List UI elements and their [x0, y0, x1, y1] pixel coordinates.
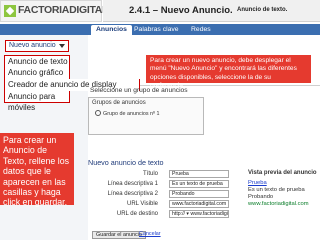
field-label-line2: Línea descriptiva 2 [107, 191, 158, 197]
field-label-line1: Línea descriptiva 1 [107, 181, 158, 187]
new-text-ad-title: Nuevo anuncio de texto [88, 158, 164, 167]
tab-palabras-clave[interactable]: Palabras clave [129, 25, 184, 35]
logo-mark-icon [4, 5, 16, 17]
instruction-tooltip: Para crear un nuevo anuncio, debe desple… [146, 55, 311, 89]
logo-text: FACTORIADIGITAL [18, 4, 109, 16]
line2-input[interactable]: Probando [169, 190, 229, 198]
menu-item-mobile-ad[interactable]: Anuncio para móviles [4, 91, 70, 112]
new-ad-dropdown[interactable]: Nuevo anuncio [5, 40, 69, 52]
chevron-down-icon [59, 44, 65, 48]
new-ad-dropdown-label: Nuevo anuncio [9, 42, 56, 49]
menu-item-text-ad[interactable]: Anuncio de texto [4, 55, 70, 67]
field-label-visible-url: URL Visible [126, 201, 158, 207]
page-subtitle: Anuncio de texto. [237, 7, 288, 13]
logo: FACTORIADIGITAL [0, 0, 109, 22]
save-ad-button[interactable]: Guardar el anuncio [92, 231, 146, 239]
ad-group-box-title: Grupos de anuncios [92, 100, 146, 106]
ad-group-option[interactable]: Grupo de anuncios nº 1 [95, 110, 160, 117]
menu-item-image-ad[interactable]: Anuncio gráfico [4, 67, 70, 79]
page-title: 2.4.1 – Nuevo Anuncio. [129, 5, 233, 16]
tab-anuncios[interactable]: Anuncios [91, 25, 132, 35]
ad-preview-url: www.factoriadigital.com [248, 201, 309, 207]
visible-url-input[interactable]: www.factoriadigital.com [169, 200, 229, 208]
field-label-title: Título [142, 171, 158, 177]
line1-input[interactable]: Es un texto de prueba [169, 180, 229, 188]
title-bar: 2.4.1 – Nuevo Anuncio. Anuncio de texto. [103, 0, 320, 22]
ad-preview-line1: Es un texto de prueba [248, 187, 305, 193]
cancel-link[interactable]: Cancelar [139, 231, 161, 237]
tab-redes[interactable]: Redes [186, 25, 216, 35]
instruction-card: Para crear un Anuncio de Texto, rellene … [0, 133, 74, 207]
ad-group-section-title: Seleccione un grupo de anuncios [90, 87, 188, 94]
field-label-destination-url: URL de destino [116, 211, 158, 217]
ad-preview-label: Vista previa del anuncio [248, 170, 317, 176]
title-input[interactable]: Prueba [169, 170, 229, 178]
ad-preview-line2: Probando [248, 194, 274, 200]
destination-url-input[interactable]: http:// ▾ www.factoriadigital.com [169, 210, 229, 218]
ad-preview-title[interactable]: Prueba [248, 180, 267, 187]
